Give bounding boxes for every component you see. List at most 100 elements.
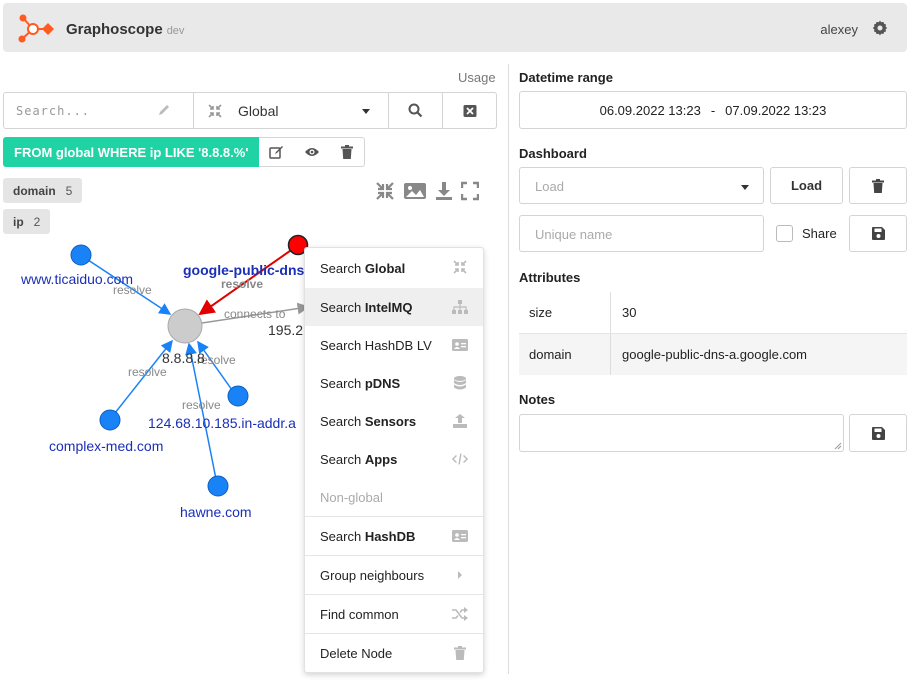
- chevron-down-icon: [741, 185, 749, 190]
- date-to: 07.09.2022 13:23: [725, 102, 827, 118]
- sitemap-icon: [452, 299, 468, 315]
- app-title: Graphoscope dev: [66, 21, 185, 38]
- menu-search-hashdb-lv[interactable]: Search HashDB LV: [305, 326, 483, 364]
- username[interactable]: alexey: [820, 22, 858, 37]
- delete-dashboard-button[interactable]: [849, 167, 907, 204]
- delete-query-button[interactable]: [329, 138, 364, 166]
- dashboard-load-select[interactable]: Load: [519, 167, 764, 204]
- notes-label: Notes: [519, 392, 556, 407]
- toggle-visibility-button[interactable]: [294, 138, 329, 166]
- node-inaddr[interactable]: [227, 385, 249, 407]
- datetime-range-picker[interactable]: 06.09.2022 13:23 - 07.09.2022 13:23: [519, 91, 907, 129]
- menu-find-common[interactable]: Find common: [305, 595, 483, 633]
- menu-search-sensors[interactable]: Search Sensors: [305, 402, 483, 440]
- pencil-icon[interactable]: [157, 103, 171, 117]
- node-label-inaddr: 124.68.10.185.in-addr.a: [148, 415, 296, 431]
- compress-icon: [208, 104, 222, 118]
- id-card-icon: [452, 337, 468, 353]
- attr-value: 30: [622, 305, 637, 320]
- database-icon: [452, 375, 468, 391]
- node-label-google: google-public-dns: [183, 262, 305, 278]
- image-icon[interactable]: [403, 181, 427, 201]
- collapse-icon[interactable]: [375, 181, 395, 201]
- attr-key: domain: [519, 334, 611, 375]
- panel-divider[interactable]: [508, 64, 509, 674]
- shuffle-icon: [452, 606, 468, 622]
- download-icon[interactable]: [435, 181, 453, 201]
- save-notes-button[interactable]: [849, 414, 907, 452]
- menu-search-pdns[interactable]: Search pDNS: [305, 364, 483, 402]
- trash-icon: [452, 645, 468, 661]
- usage-link[interactable]: Usage: [458, 70, 496, 85]
- attributes-table: size 30 domain google-public-dns-a.googl…: [519, 292, 907, 375]
- edge-label-resolve: resolve: [128, 365, 167, 379]
- edge-label-resolve: resolve: [221, 277, 263, 291]
- chevron-right-icon: [452, 567, 468, 583]
- search-icon: [408, 103, 423, 118]
- gear-icon[interactable]: [872, 20, 888, 36]
- table-row: domain google-public-dns-a.google.com: [519, 334, 907, 375]
- app-header: Graphoscope dev alexey: [3, 3, 907, 52]
- edit-query-button[interactable]: [259, 138, 294, 166]
- tag-count: 5: [65, 183, 73, 198]
- node-hawne[interactable]: [207, 475, 229, 497]
- search-placeholder: Search...: [16, 103, 91, 118]
- unique-name-placeholder: Unique name: [535, 227, 613, 242]
- query-actions: [259, 137, 366, 167]
- trash-icon: [340, 145, 353, 159]
- trash-icon: [872, 178, 884, 193]
- upload-icon: [452, 413, 468, 429]
- save-icon: [871, 426, 885, 440]
- clear-icon: [463, 104, 476, 117]
- eye-icon: [304, 148, 319, 156]
- logo-icon[interactable]: [13, 13, 57, 45]
- menu-search-intelmq[interactable]: Search IntelMQ: [305, 288, 483, 326]
- load-button[interactable]: Load: [770, 167, 843, 204]
- compress-icon: [452, 259, 468, 275]
- menu-search-global[interactable]: Search Global: [305, 248, 483, 288]
- edit-icon: [269, 145, 284, 159]
- type-tag-domain[interactable]: domain 5: [3, 178, 83, 203]
- clear-search-button[interactable]: [443, 93, 496, 128]
- menu-search-apps[interactable]: Search Apps: [305, 440, 483, 478]
- table-row: size 30: [519, 292, 907, 333]
- graph-toolbar: [375, 181, 479, 201]
- search-bar: Search... Global: [3, 92, 497, 129]
- scope-select[interactable]: Global: [194, 93, 389, 128]
- node-center-ip[interactable]: [167, 308, 203, 344]
- resize-handle-icon[interactable]: [834, 442, 842, 450]
- attr-value: google-public-dns-a.google.com: [622, 347, 808, 362]
- menu-group-neighbours[interactable]: Group neighbours: [305, 556, 483, 594]
- notes-textarea[interactable]: [519, 414, 844, 452]
- node-ticaiduo[interactable]: [70, 244, 92, 266]
- node-label-195: 195.2: [268, 322, 303, 338]
- node-complex[interactable]: [99, 409, 121, 431]
- search-input[interactable]: Search...: [4, 93, 194, 128]
- edge-label-resolve: resolve: [182, 398, 221, 412]
- scope-value: Global: [238, 103, 279, 119]
- fullscreen-icon[interactable]: [461, 181, 479, 201]
- share-label: Share: [802, 226, 837, 241]
- load-placeholder: Load: [535, 179, 564, 194]
- query-row: FROM global WHERE ip LIKE '8.8.8.%': [3, 137, 366, 167]
- save-dashboard-button[interactable]: [849, 215, 907, 252]
- node-context-menu: Search Global Search IntelMQ Search Hash…: [304, 247, 484, 673]
- node-label-hawne: hawne.com: [180, 504, 252, 520]
- tag-label: domain: [13, 183, 56, 198]
- attributes-label: Attributes: [519, 270, 581, 285]
- datetime-range-label: Datetime range: [519, 70, 613, 85]
- code-icon: [452, 451, 468, 467]
- active-query[interactable]: FROM global WHERE ip LIKE '8.8.8.%': [3, 137, 260, 167]
- chevron-down-icon: [362, 109, 370, 114]
- menu-delete-node[interactable]: Delete Node: [305, 634, 483, 672]
- menu-search-hashdb[interactable]: Search HashDB: [305, 517, 483, 555]
- share-checkbox[interactable]: [776, 225, 793, 242]
- search-button[interactable]: [389, 93, 443, 128]
- date-separator: -: [710, 102, 716, 118]
- dashboard-label: Dashboard: [519, 146, 587, 161]
- menu-section-non-global: Non-global: [320, 489, 383, 505]
- unique-name-input[interactable]: Unique name: [519, 215, 764, 252]
- edge-label-connects: connects to: [224, 307, 286, 321]
- node-label-center: 8.8.8.8: [162, 350, 205, 366]
- id-card-icon: [452, 528, 468, 544]
